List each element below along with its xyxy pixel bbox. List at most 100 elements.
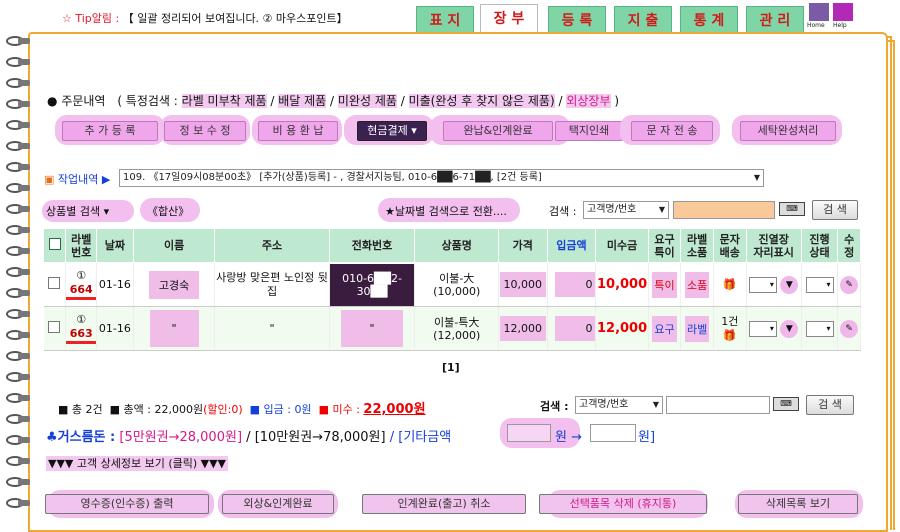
- home-icon[interactable]: [809, 3, 829, 21]
- sms-cell[interactable]: 1건 🎁: [713, 306, 747, 351]
- label-item-cell[interactable]: 라벨: [680, 306, 714, 351]
- keyboard-icon[interactable]: ⌨: [779, 202, 805, 216]
- row-checkbox-cell[interactable]: [43, 306, 67, 351]
- spiral-ring: [6, 496, 36, 512]
- spiral-ring: [6, 454, 36, 470]
- search-label: 검색 :: [549, 205, 577, 218]
- tab-manage[interactable]: 관 리: [746, 6, 804, 34]
- tab-cover[interactable]: 표 지: [416, 6, 474, 34]
- name-cell[interactable]: 고경숙: [133, 262, 216, 307]
- shelf-select[interactable]: ▾: [748, 276, 777, 293]
- paid-value[interactable]: 0: [555, 272, 596, 297]
- credit-handover-button[interactable]: 외상&인계완료: [222, 494, 334, 514]
- bottom-search-input[interactable]: [666, 396, 770, 414]
- deleted-list-button[interactable]: 삭제목록 보기: [738, 494, 858, 514]
- special-link[interactable]: 요구: [652, 315, 677, 342]
- edit-icon[interactable]: ✎: [840, 319, 859, 338]
- edit-cell[interactable]: ✎: [837, 306, 861, 351]
- paid-cell[interactable]: 0: [547, 262, 597, 307]
- worklog-select[interactable]: 109. 《17일09시08분00초》 [추가(상품)등록] - , 경찰서지능…: [119, 169, 764, 187]
- change-other-label: / [기타금액: [389, 430, 452, 445]
- cancel-handover-button[interactable]: 인계완료(출고) 취소: [362, 494, 526, 514]
- special-cell[interactable]: 특이: [648, 262, 682, 307]
- pager[interactable]: [1]: [442, 361, 460, 374]
- home-label: Home: [807, 22, 825, 29]
- chevron-down-icon: ▼: [753, 173, 760, 182]
- search-input[interactable]: [673, 201, 775, 219]
- help-icon[interactable]: [833, 3, 853, 21]
- bottom-search-button[interactable]: 검 색: [806, 395, 854, 415]
- special-link-unlabeled[interactable]: 라벨 미부착 제품: [181, 94, 267, 108]
- customer-name[interactable]: ": [149, 310, 199, 347]
- laundry-complete-button[interactable]: 세탁완성처리: [740, 121, 836, 141]
- table-row[interactable]: ① 663 01-16 " " " 이불-특大 (12,000) 12,000 …: [43, 306, 861, 351]
- checkbox[interactable]: [48, 238, 61, 250]
- header-label-item: 라벨 소품: [680, 228, 714, 263]
- special-link-incomplete[interactable]: 미완성 제품: [337, 94, 397, 108]
- customer-detail-toggle[interactable]: ▼▼▼ 고객 상세정보 보기 (클릭) ▼▼▼: [46, 455, 229, 471]
- customer-detail-text[interactable]: ▼▼▼ 고객 상세정보 보기 (클릭) ▼▼▼: [46, 456, 229, 471]
- special-link-unclaimed[interactable]: 미출(완성 후 찾지 않은 제품): [408, 94, 555, 108]
- gift-icon[interactable]: 🎁: [723, 278, 737, 291]
- search-field-select[interactable]: 고객명/번호 ▼: [583, 201, 669, 219]
- cash-payment-select[interactable]: 현금결제 ▾: [357, 121, 427, 141]
- edit-cell[interactable]: ✎: [837, 262, 861, 307]
- table-row[interactable]: ① 664 01-16 고경숙 사랑방 맞은편 노인정 뒷집 010-6██2-…: [43, 262, 861, 307]
- sms-cell[interactable]: 🎁: [713, 262, 747, 307]
- totals-bar: ■ 총 2건 ■ 총액 : 22,000원(할인:0) ■ 입금 : 0원 ■ …: [58, 398, 426, 417]
- paid-handover-button[interactable]: 완납&인계완료: [443, 121, 553, 141]
- edit-info-button[interactable]: 정 보 수 정: [164, 121, 246, 141]
- print-receipt-button[interactable]: 영수증(인수증) 출력: [45, 494, 209, 514]
- tab-register[interactable]: 등 록: [548, 6, 606, 34]
- row-checkbox-cell[interactable]: [43, 262, 67, 307]
- tip-text: 【 일괄 정리되어 보여집니다. ② 마우스포인트】: [122, 12, 348, 25]
- change-50k: [5만원권→28,000원]: [119, 430, 243, 445]
- other-amount-input[interactable]: [507, 424, 551, 442]
- print-tag-button[interactable]: 택지인쇄: [555, 121, 623, 141]
- keyboard-icon[interactable]: ⌨: [773, 397, 799, 411]
- bottom-search-select[interactable]: 고객명/번호 ▼: [575, 396, 663, 414]
- paid-cell[interactable]: 0: [547, 306, 597, 351]
- status-cell[interactable]: ▾: [801, 306, 839, 351]
- special-link-delivery[interactable]: 배달 제품: [278, 94, 327, 108]
- tip-label: Tip알림 :: [75, 12, 120, 25]
- special-link-credit[interactable]: 외상장부: [566, 94, 611, 108]
- product-cell: 이불-大 (10,000): [414, 262, 500, 307]
- gift-icon[interactable]: 🎁: [714, 329, 746, 343]
- label-item-link[interactable]: 라벨: [685, 315, 710, 342]
- worklog-label-text: 작업내역 ▶: [57, 173, 111, 186]
- search-button[interactable]: 검 색: [812, 200, 858, 220]
- customer-name[interactable]: 고경숙: [148, 270, 200, 299]
- sum-link[interactable]: 《합산》: [147, 203, 189, 219]
- tab-stats[interactable]: 통 계: [680, 6, 738, 34]
- special-cell[interactable]: 요구: [648, 306, 682, 351]
- status-select[interactable]: ▾: [805, 320, 834, 337]
- delete-selected-button[interactable]: 선택품목 삭제 (휴지통): [539, 494, 707, 514]
- tab-expense[interactable]: 지 출: [614, 6, 672, 34]
- name-cell[interactable]: ": [133, 306, 216, 351]
- refund-button[interactable]: 비 용 환 납: [258, 121, 338, 141]
- shelf-select[interactable]: ▾: [748, 320, 777, 337]
- unpaid-label: ■ 미수 :: [318, 403, 360, 416]
- label-item-cell[interactable]: 소품: [680, 262, 714, 307]
- change-result-input[interactable]: [590, 424, 636, 442]
- product-search-filter[interactable]: 상품별 검색 ▾: [46, 203, 109, 219]
- checkbox[interactable]: [48, 321, 61, 333]
- edit-icon[interactable]: ✎: [840, 275, 859, 294]
- label-item-link[interactable]: 소품: [685, 271, 710, 298]
- special-link[interactable]: 특이: [652, 271, 677, 298]
- date-search-toggle[interactable]: ★날짜별 검색으로 전환....: [385, 203, 507, 219]
- shelf-cell[interactable]: ▾ ▼: [746, 262, 802, 307]
- status-cell[interactable]: ▾: [801, 262, 839, 307]
- spiral-ring: [6, 391, 36, 407]
- header-price: 가격: [498, 228, 548, 263]
- sms-count[interactable]: 1건: [714, 315, 746, 329]
- status-select[interactable]: ▾: [805, 276, 834, 293]
- add-register-button[interactable]: 추 가 등 록: [62, 121, 158, 141]
- send-sms-button[interactable]: 문 자 전 송: [631, 121, 713, 141]
- shelf-cell[interactable]: ▾ ▼: [746, 306, 802, 351]
- checkbox[interactable]: [48, 277, 61, 289]
- paid-value[interactable]: 0: [555, 316, 596, 341]
- header-select-all[interactable]: [42, 228, 67, 263]
- spiral-ring: [6, 307, 36, 323]
